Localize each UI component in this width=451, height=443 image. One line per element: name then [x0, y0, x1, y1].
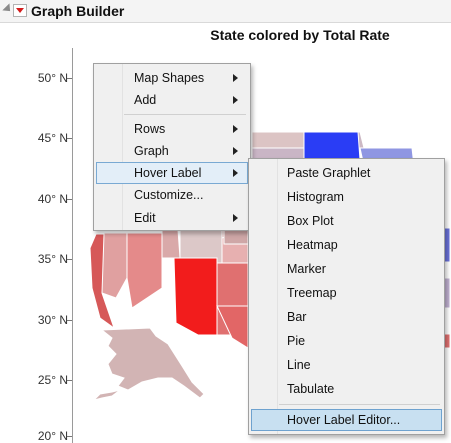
window-title: Graph Builder: [31, 3, 125, 19]
menu-item-label: Add: [134, 93, 157, 107]
map-state-shape[interactable]: [101, 232, 128, 299]
submenu-arrow-icon: [233, 147, 238, 155]
map-state-shape[interactable]: [126, 232, 163, 309]
context-menu: Map Shapes Add Rows Graph Hover Label Cu…: [93, 63, 251, 231]
menu-item-label: Rows: [134, 122, 166, 136]
menu-separator: [124, 114, 246, 115]
red-triangle-menu-icon[interactable]: [13, 4, 27, 17]
menu-item-map-shapes[interactable]: Map Shapes: [96, 67, 248, 89]
menu-item-label: Graph: [134, 144, 169, 158]
plot-title: State colored by Total Rate: [210, 27, 390, 43]
menu-item-treemap[interactable]: Treemap: [251, 282, 442, 304]
menu-item-histogram[interactable]: Histogram: [251, 186, 442, 208]
map-state-shape[interactable]: [303, 131, 361, 161]
submenu-arrow-icon: [233, 169, 238, 177]
y-tick-label: 25° N: [37, 373, 68, 387]
map-state-shape[interactable]: [251, 131, 305, 149]
y-tick-label: 20° N: [37, 429, 68, 443]
menu-item-label: Bar: [287, 310, 307, 324]
y-tick-label: 35° N: [37, 252, 68, 266]
menu-item-rows[interactable]: Rows: [96, 118, 248, 140]
menu-item-label: Marker: [287, 262, 326, 276]
y-tick-label: 45° N: [37, 131, 68, 145]
menu-item-hover-label-editor[interactable]: Hover Label Editor...: [251, 409, 442, 431]
menu-item-label: Hover Label: [134, 166, 202, 180]
menu-item-customize[interactable]: Customize...: [96, 184, 248, 206]
submenu-arrow-icon: [233, 96, 238, 104]
menu-item-line[interactable]: Line: [251, 354, 442, 376]
menu-item-label: Paste Graphlet: [287, 166, 371, 180]
menu-item-label: Heatmap: [287, 238, 338, 252]
menu-item-label: Histogram: [287, 190, 344, 204]
map-state-shape[interactable]: [161, 229, 181, 259]
menu-item-label: Line: [287, 358, 311, 372]
map-state-shape[interactable]: [92, 389, 121, 401]
submenu-arrow-icon: [233, 74, 238, 82]
menu-item-label: Hover Label Editor...: [287, 413, 401, 427]
menu-item-box-plot[interactable]: Box Plot: [251, 210, 442, 232]
map-state-shape[interactable]: [223, 229, 249, 245]
map-state-shape[interactable]: [173, 257, 218, 336]
submenu-arrow-icon: [233, 125, 238, 133]
menu-item-label: Box Plot: [287, 214, 334, 228]
menu-separator: [279, 404, 440, 405]
menu-item-heatmap[interactable]: Heatmap: [251, 234, 442, 256]
submenu-arrow-icon: [233, 214, 238, 222]
menu-item-edit[interactable]: Edit: [96, 207, 248, 229]
menu-item-marker[interactable]: Marker: [251, 258, 442, 280]
menu-item-label: Customize...: [134, 188, 204, 202]
menu-item-tabulate[interactable]: Tabulate: [251, 378, 442, 400]
menu-item-label: Pie: [287, 334, 306, 348]
disclosure-triangle-icon[interactable]: [2, 3, 14, 15]
menu-item-bar[interactable]: Bar: [251, 306, 442, 328]
y-tick-label: 30° N: [37, 313, 68, 327]
menu-item-label: Tabulate: [287, 382, 335, 396]
menu-item-hover-label[interactable]: Hover Label: [96, 162, 248, 184]
menu-item-pie[interactable]: Pie: [251, 330, 442, 352]
graph-builder-title-bar: Graph Builder: [0, 0, 451, 23]
y-tick-label: 50° N: [37, 71, 68, 85]
menu-item-label: Edit: [134, 211, 156, 225]
menu-item-label: Treemap: [287, 286, 337, 300]
map-state-shape[interactable]: [100, 327, 205, 399]
menu-item-label: Map Shapes: [134, 71, 205, 85]
y-tick-label: 40° N: [37, 192, 68, 206]
menu-item-paste-graphlet[interactable]: Paste Graphlet: [251, 162, 442, 184]
hover-label-submenu: Paste Graphlet Histogram Box Plot Heatma…: [248, 158, 445, 435]
menu-item-add[interactable]: Add: [96, 89, 248, 111]
menu-item-graph[interactable]: Graph: [96, 140, 248, 162]
